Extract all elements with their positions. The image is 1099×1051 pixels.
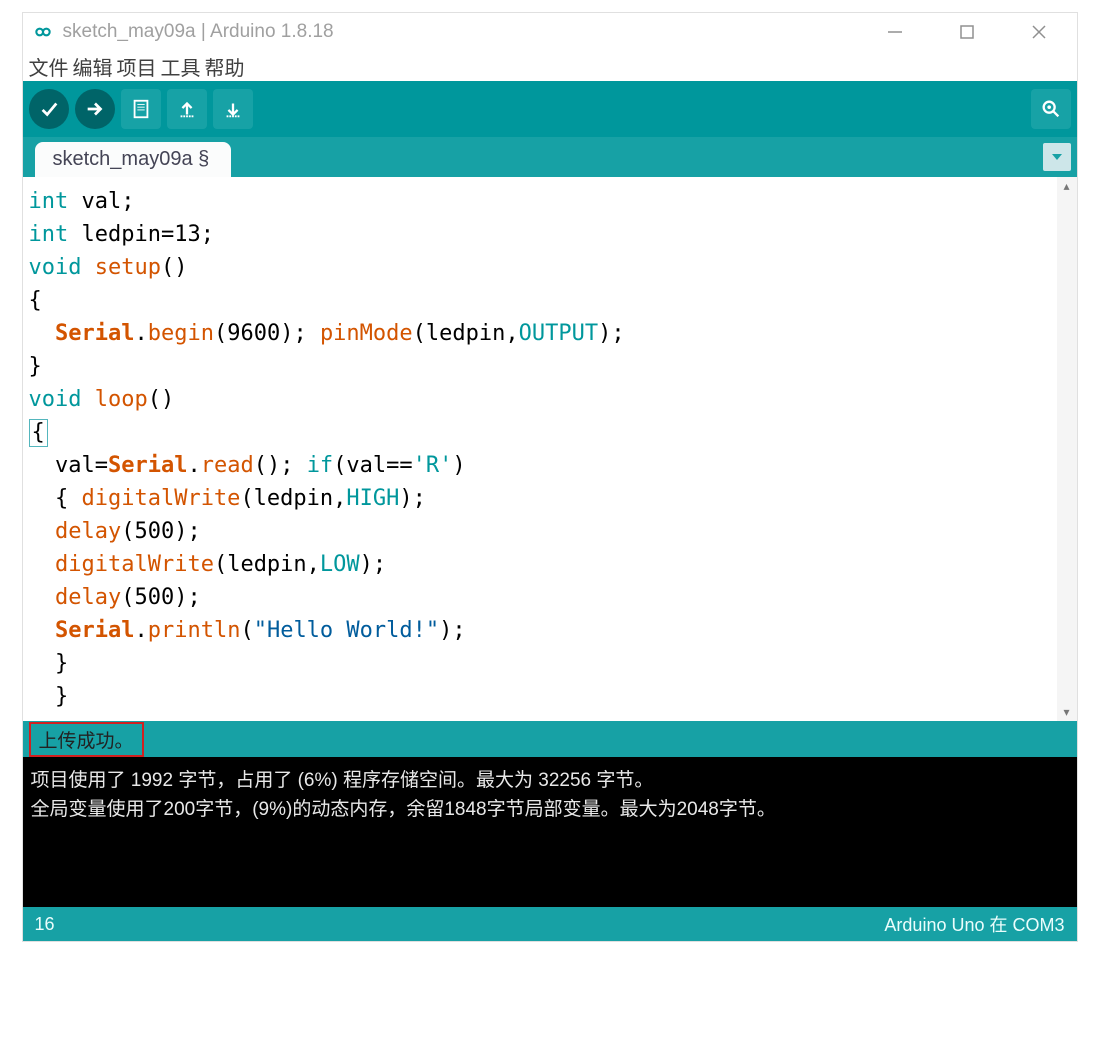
close-button[interactable] (1029, 22, 1049, 42)
console-line: 项目使用了 1992 字节，占用了 (6%) 程序存储空间。最大为 32256 … (31, 767, 1069, 796)
new-button[interactable] (121, 89, 161, 129)
app-window: sketch_may09a | Arduino 1.8.18 文件 编辑 项目 … (22, 12, 1078, 942)
tabbar: sketch_may09a § (23, 137, 1077, 177)
toolbar (23, 81, 1077, 137)
editor-area: int val; int ledpin=13; void setup() { S… (23, 177, 1077, 721)
window-title: sketch_may09a | Arduino 1.8.18 (63, 21, 334, 43)
menubar: 文件 编辑 项目 工具 帮助 (23, 51, 1077, 81)
tab-dropdown-button[interactable] (1043, 143, 1071, 171)
status-strip: 上传成功。 (23, 721, 1077, 757)
titlebar[interactable]: sketch_may09a | Arduino 1.8.18 (23, 13, 1077, 51)
maximize-button[interactable] (957, 22, 977, 42)
tab-label: sketch_may09a § (53, 148, 210, 170)
console-line: 全局变量使用了200字节，(9%)的动态内存，余留1848字节局部变量。最大为2… (31, 796, 1069, 825)
vertical-scrollbar[interactable]: ▴ ▾ (1057, 177, 1077, 721)
verify-button[interactable] (29, 89, 69, 129)
save-button[interactable] (213, 89, 253, 129)
code-editor[interactable]: int val; int ledpin=13; void setup() { S… (23, 177, 1057, 721)
arduino-logo-icon (33, 22, 53, 42)
console-output[interactable]: 项目使用了 1992 字节，占用了 (6%) 程序存储空间。最大为 32256 … (23, 757, 1077, 907)
footer-bar: 16 Arduino Uno 在 COM3 (23, 907, 1077, 941)
menu-edit[interactable]: 编辑 (71, 52, 115, 81)
menu-file[interactable]: 文件 (27, 52, 71, 81)
status-message: 上传成功。 (29, 722, 144, 757)
upload-button[interactable] (75, 89, 115, 129)
line-number: 16 (35, 914, 55, 935)
minimize-button[interactable] (885, 22, 905, 42)
scroll-down-icon[interactable]: ▾ (1057, 703, 1077, 721)
window-controls (885, 22, 1067, 42)
menu-tools[interactable]: 工具 (159, 52, 203, 81)
tab-sketch[interactable]: sketch_may09a § (35, 142, 232, 177)
scroll-up-icon[interactable]: ▴ (1057, 177, 1077, 195)
menu-help[interactable]: 帮助 (203, 52, 247, 81)
serial-monitor-button[interactable] (1031, 89, 1071, 129)
board-port: Arduino Uno 在 COM3 (884, 911, 1064, 937)
open-button[interactable] (167, 89, 207, 129)
menu-sketch[interactable]: 项目 (115, 52, 159, 81)
